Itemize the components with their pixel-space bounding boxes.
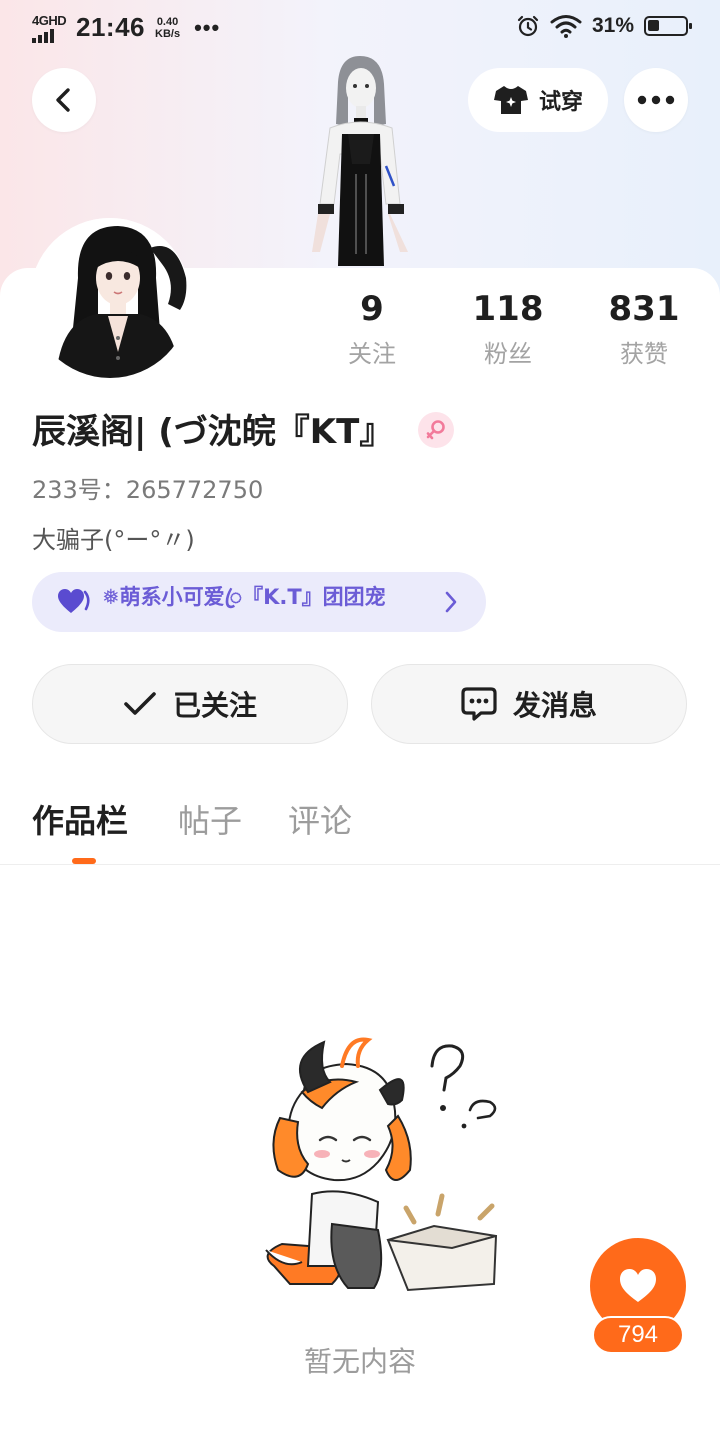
avatar-3d-character-image — [312, 56, 408, 266]
active-tab-indicator — [72, 858, 96, 864]
female-gender-icon — [418, 412, 454, 448]
likes-label: 获赞 — [620, 340, 668, 368]
try-on-button[interactable]: 试穿 — [468, 68, 608, 132]
fan-group-label: ❅萌系小可爱ꦿ『K.T』团团宠 — [102, 584, 386, 609]
heart-icon — [58, 589, 90, 613]
send-message-label: 发消息 — [512, 689, 597, 722]
more-options-button[interactable] — [624, 68, 688, 132]
like-count-badge: 794 — [592, 1316, 684, 1354]
tab-works[interactable]: 作品栏 — [32, 796, 128, 842]
followers-stat[interactable]: 118 粉丝 — [448, 288, 568, 369]
wifi-icon — [550, 15, 582, 38]
following-stat[interactable]: 9 关注 — [312, 288, 432, 369]
try-on-label: 试穿 — [538, 90, 583, 115]
network-speed-value: 0.40 — [156, 15, 179, 28]
followed-button[interactable]: 已关注 — [32, 664, 348, 744]
more-dots-icon — [637, 95, 675, 105]
following-count: 9 — [360, 289, 384, 329]
battery-percent: 31% — [591, 14, 634, 37]
user-bio: 大骗子(°ー°〃) — [32, 526, 195, 554]
battery-icon — [644, 16, 692, 36]
network-type: 4GHD — [32, 12, 67, 28]
tshirt-icon — [493, 86, 528, 114]
likes-stat[interactable]: 831 获赞 — [584, 288, 704, 369]
user-id: 233号：265772750 — [32, 476, 264, 504]
followers-count: 118 — [472, 289, 544, 329]
following-label: 关注 — [348, 340, 396, 368]
empty-state-illustration — [265, 1037, 498, 1292]
fan-group-badge[interactable]: ❅萌系小可爱ꦿ『K.T』团团宠 — [32, 572, 486, 632]
chevron-right-icon — [445, 591, 457, 613]
status-bar: 4GHD 21:46 0.40 KB/s ••• 31% — [0, 0, 720, 56]
network-speed-unit: KB/s — [155, 27, 181, 40]
likes-count: 831 — [608, 289, 680, 329]
send-message-button[interactable]: 发消息 — [371, 664, 687, 744]
chat-bubble-icon — [461, 687, 497, 721]
network-speed: 0.40 KB/s — [155, 16, 180, 40]
status-more-indicator: ••• — [194, 14, 221, 40]
tab-comments[interactable]: 评论 — [288, 796, 352, 842]
checkmark-icon — [124, 692, 156, 715]
avatar[interactable] — [30, 218, 190, 378]
content-tabs: 作品栏 帖子 评论 — [0, 796, 720, 865]
followed-label: 已关注 — [172, 689, 257, 722]
back-button[interactable] — [32, 68, 96, 132]
followers-label: 粉丝 — [484, 340, 532, 368]
status-time: 21:46 — [76, 12, 145, 42]
alarm-clock-icon — [517, 15, 539, 37]
avatar-image — [30, 218, 190, 378]
tab-posts[interactable]: 帖子 — [178, 796, 242, 842]
chevron-left-icon — [56, 88, 70, 112]
heart-icon — [620, 1269, 656, 1302]
cellular-signal-icon: 4GHD — [32, 12, 67, 43]
user-nickname: 辰溪阁| (づ沈皖『KT』 — [32, 412, 394, 452]
